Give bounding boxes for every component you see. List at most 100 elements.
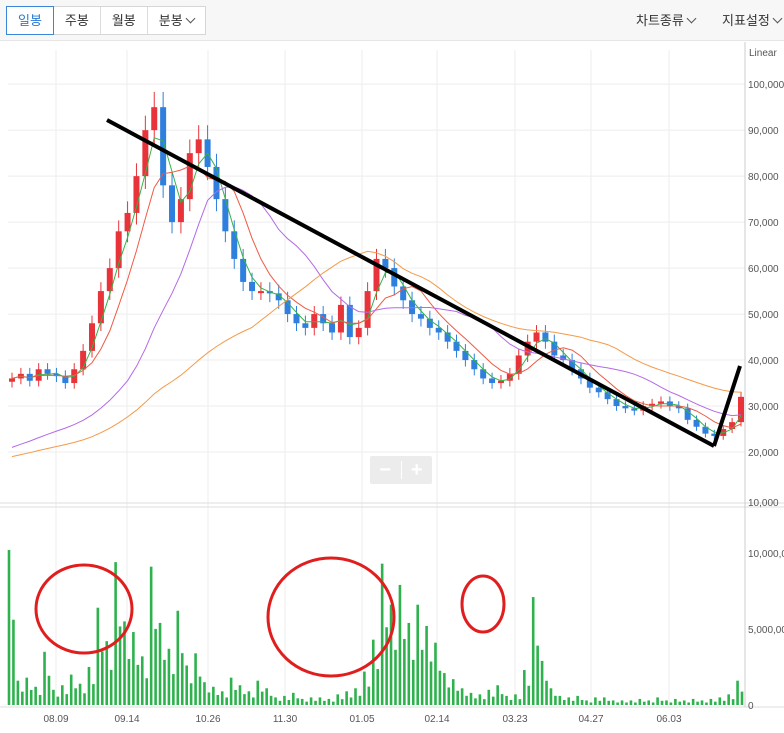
stock-chart[interactable]: Linear 100,000 90,000 80,000 70,000 60,000 50,…	[0, 41, 784, 733]
volume-bar	[47, 675, 51, 705]
volume-bar	[665, 700, 668, 705]
volume-bar	[642, 701, 646, 705]
candle-body	[257, 291, 264, 294]
volume-bar	[434, 642, 437, 705]
volume-bar	[451, 679, 455, 705]
price-tick-label: 100,000	[748, 80, 784, 91]
volume-bar	[56, 696, 60, 705]
volume-bar	[589, 702, 593, 705]
x-tick-label: 06.03	[656, 714, 681, 725]
volume-bar	[292, 692, 295, 705]
highlight-ellipse	[460, 574, 506, 634]
volume-bar	[429, 661, 433, 705]
chevron-down-icon	[772, 13, 783, 24]
volume-bar	[540, 660, 544, 705]
candle-body	[195, 139, 202, 154]
candle-body	[453, 341, 460, 351]
volume-bar	[718, 697, 722, 705]
price-tick-label: 30,000	[748, 402, 779, 413]
volume-bar	[505, 695, 508, 705]
zoom-control: − +	[370, 456, 432, 484]
price-tick-label: 90,000	[748, 126, 779, 137]
indicator-menu[interactable]: 지표설정	[722, 10, 783, 29]
volume-bar	[709, 698, 713, 705]
candle-body	[471, 360, 478, 370]
price-tick-label: 50,000	[748, 310, 779, 321]
volume-bar	[109, 669, 113, 705]
volume-bar	[496, 685, 499, 705]
volume-bar	[607, 700, 611, 705]
volume-bar	[158, 622, 162, 705]
candle-body	[9, 378, 15, 382]
volume-bar	[403, 638, 406, 705]
volume-bar	[416, 604, 420, 705]
candle-body	[151, 107, 158, 131]
volume-bar	[554, 695, 557, 705]
volume-bar	[345, 691, 348, 705]
x-tick-label: 11.30	[273, 714, 298, 725]
tab-minute-label: 분봉	[158, 13, 183, 28]
volume-bar	[87, 667, 91, 705]
volume-bar	[180, 653, 184, 705]
volume-bar	[611, 700, 615, 705]
chart-type-menu[interactable]: 차트종류	[636, 10, 697, 29]
volume-bar	[598, 700, 602, 705]
volume-bar	[567, 697, 571, 705]
volume-bar	[100, 651, 104, 705]
volume-bar	[25, 677, 29, 705]
volume-bar	[358, 695, 362, 705]
plus-icon[interactable]: +	[402, 456, 433, 484]
price-tick-label: 60,000	[748, 264, 779, 275]
volume-bar	[687, 702, 690, 705]
candle-body	[311, 314, 318, 328]
x-tick-label: 01.05	[349, 714, 374, 725]
volume-bar	[509, 699, 513, 705]
volume-bar	[243, 694, 246, 705]
tab-weekly[interactable]: 주봉	[54, 7, 101, 34]
chevron-down-icon	[686, 13, 697, 24]
volume-bar	[536, 645, 539, 705]
candle-body	[169, 185, 176, 223]
volume-bar	[514, 694, 517, 705]
volume-bar	[38, 694, 42, 705]
candle-body	[542, 332, 549, 342]
volume-bar	[69, 674, 73, 705]
volume-bar	[225, 697, 228, 705]
volume-bar	[371, 639, 375, 705]
volume-bar	[16, 680, 20, 705]
tab-monthly[interactable]: 월봉	[101, 7, 148, 34]
volume-bar	[411, 659, 415, 705]
volume-bar	[92, 684, 95, 705]
price-tick-label: 40,000	[748, 356, 779, 367]
price-scale-label: Linear	[749, 48, 777, 59]
chevron-down-icon	[185, 13, 196, 24]
volume-bar	[105, 641, 109, 705]
volume-bar	[274, 697, 277, 705]
volume-bar	[216, 694, 220, 705]
volume-bar	[314, 700, 317, 705]
tab-daily[interactable]: 일봉	[6, 6, 54, 35]
volume-bar	[229, 677, 233, 705]
volume-bar	[518, 699, 522, 705]
volume-bar	[651, 702, 655, 705]
volume-bar	[189, 683, 193, 705]
highlight-ellipse	[34, 563, 134, 655]
volume-bar	[114, 562, 117, 705]
volume-bar	[296, 698, 300, 705]
volume-tick-label: 5,000,00	[748, 625, 784, 636]
volume-bar	[602, 697, 606, 705]
x-tick-label: 03.23	[502, 714, 527, 725]
candle-body	[142, 130, 149, 177]
volume-bar	[478, 694, 482, 705]
volume-bar	[34, 686, 37, 705]
volume-bar	[7, 549, 11, 705]
minus-icon[interactable]: −	[370, 456, 401, 484]
tab-minute[interactable]: 분봉	[148, 7, 205, 34]
x-tick-label: 02.14	[424, 714, 449, 725]
price-tick-label: 80,000	[748, 172, 779, 183]
volume-bar	[740, 691, 744, 705]
volume-bar	[722, 700, 726, 705]
volume-bar	[318, 697, 322, 705]
candle-body	[462, 350, 469, 361]
volume-bar	[198, 676, 202, 705]
